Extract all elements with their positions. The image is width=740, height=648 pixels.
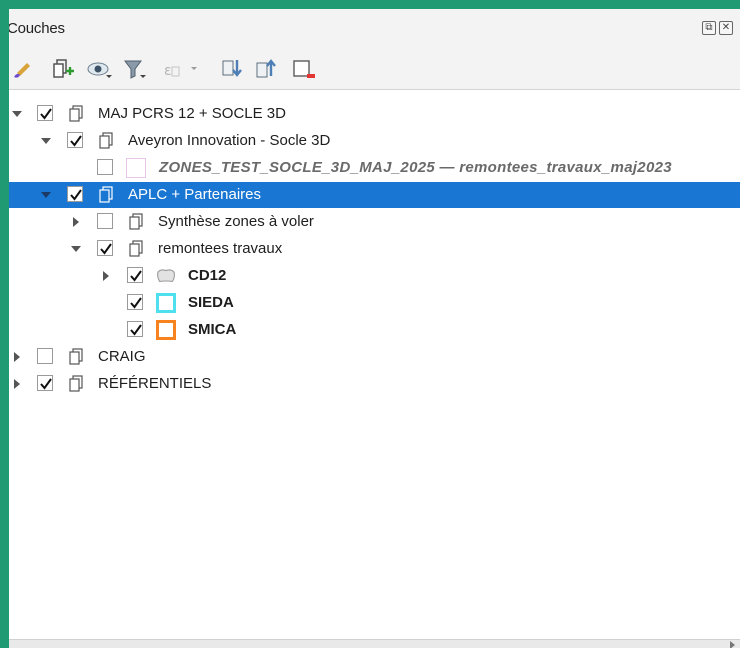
layer-label: CRAIG	[98, 348, 146, 365]
collapsed-arrow-icon[interactable]	[12, 379, 22, 389]
tree-row-smica[interactable]: SMICA	[9, 317, 740, 343]
group-folder-icon	[69, 375, 83, 392]
group-folder-icon	[99, 132, 113, 149]
add-group-icon[interactable]	[49, 55, 77, 83]
layer-checkbox[interactable]	[97, 159, 113, 175]
visibility-eye-icon[interactable]	[85, 55, 113, 83]
layers-toolbar: ε	[9, 55, 740, 87]
group-folder-icon	[129, 213, 143, 230]
group-folder-icon	[69, 105, 83, 122]
outline-symbol-icon	[156, 293, 176, 313]
svg-text:ε: ε	[164, 63, 172, 79]
float-panel-icon[interactable]: ⧉	[702, 21, 716, 35]
collapse-all-icon[interactable]	[253, 55, 281, 83]
layer-checkbox[interactable]	[67, 132, 83, 148]
expand-arrow-icon[interactable]	[41, 136, 51, 146]
remove-layer-icon[interactable]	[289, 55, 317, 83]
layer-label: RÉFÉRENTIELS	[98, 375, 212, 392]
tree-row-zones-test[interactable]: ZONES_TEST_SOCLE_3D_MAJ_2025 — remontees…	[9, 155, 740, 181]
panel-title: Couches	[9, 20, 65, 37]
expand-arrow-icon[interactable]	[12, 109, 22, 119]
layer-label: SMICA	[188, 321, 237, 338]
filter-expression-icon[interactable]: ε	[161, 55, 197, 83]
close-panel-icon[interactable]: ✕	[719, 21, 733, 35]
panel-title-bar: Couches ⧉ ✕	[9, 9, 740, 47]
layer-label: Aveyron Innovation - Socle 3D	[128, 132, 331, 149]
tree-row-cd12[interactable]: CD12	[9, 263, 740, 289]
tree-row-synthese[interactable]: Synthèse zones à voler	[9, 209, 740, 235]
filter-icon[interactable]	[121, 55, 149, 83]
layer-tree[interactable]: MAJ PCRS 12 + SOCLE 3D Aveyron Innovatio…	[9, 89, 740, 640]
layer-label: MAJ PCRS 12 + SOCLE 3D	[98, 105, 286, 122]
layer-label: APLC + Partenaires	[128, 186, 261, 203]
horizontal-scrollbar[interactable]	[9, 639, 740, 648]
tree-row-aplc[interactable]: APLC + Partenaires	[9, 182, 740, 208]
layer-checkbox[interactable]	[127, 294, 143, 310]
collapsed-arrow-icon[interactable]	[12, 352, 22, 362]
layer-symbol-icon	[126, 158, 146, 178]
expand-arrow-icon[interactable]	[41, 190, 51, 200]
layer-checkbox[interactable]	[67, 186, 83, 202]
group-folder-icon	[99, 186, 113, 203]
group-folder-icon	[129, 240, 143, 257]
group-folder-icon	[69, 348, 83, 365]
tree-row-craig[interactable]: CRAIG	[9, 344, 740, 370]
tree-row-sieda[interactable]: SIEDA	[9, 290, 740, 316]
layer-checkbox[interactable]	[97, 240, 113, 256]
tree-row-remontees[interactable]: remontees travaux	[9, 236, 740, 262]
layer-label: ZONES_TEST_SOCLE_3D_MAJ_2025 — remontees…	[159, 159, 672, 176]
layer-checkbox[interactable]	[37, 348, 53, 364]
collapsed-arrow-icon[interactable]	[71, 217, 81, 227]
layer-checkbox[interactable]	[127, 321, 143, 337]
layer-label: CD12	[188, 267, 227, 284]
layer-checkbox[interactable]	[97, 213, 113, 229]
layer-label: SIEDA	[188, 294, 234, 311]
tree-row-aveyron[interactable]: Aveyron Innovation - Socle 3D	[9, 128, 740, 154]
layer-checkbox[interactable]	[37, 105, 53, 121]
scroll-right-icon[interactable]	[728, 641, 736, 648]
tree-row-maj-pcrs[interactable]: MAJ PCRS 12 + SOCLE 3D	[9, 101, 740, 127]
collapsed-arrow-icon[interactable]	[101, 271, 111, 281]
layers-panel: Couches ⧉ ✕ ε MAJ PCRS 12 + SOCLE 3D Ave…	[9, 9, 740, 648]
tree-row-referentiels[interactable]: RÉFÉRENTIELS	[9, 371, 740, 397]
layer-label: remontees travaux	[158, 240, 283, 257]
layer-checkbox[interactable]	[127, 267, 143, 283]
layer-label: Synthèse zones à voler	[158, 213, 314, 230]
polygon-symbol-icon	[157, 269, 175, 283]
expand-all-icon[interactable]	[219, 55, 247, 83]
layer-checkbox[interactable]	[37, 375, 53, 391]
outline-symbol-icon	[156, 320, 176, 340]
paint-brush-icon[interactable]	[11, 55, 39, 83]
expand-arrow-icon[interactable]	[71, 244, 81, 254]
